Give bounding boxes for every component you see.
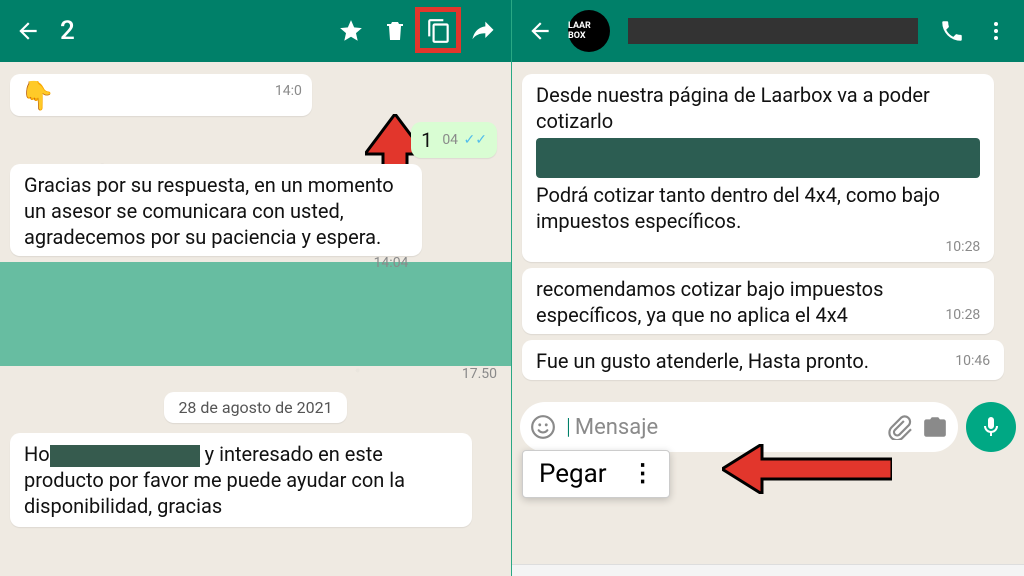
- message-time: 10:28: [945, 238, 980, 256]
- forward-icon[interactable]: [463, 11, 503, 51]
- message-in[interactable]: recomendamos cotizar bajo impuestos espe…: [522, 268, 994, 334]
- call-icon[interactable]: [932, 11, 972, 51]
- message-text-pre: Ho: [24, 442, 50, 466]
- more-options-icon[interactable]: ⋮: [631, 469, 653, 479]
- message-in[interactable]: Ho y interesado en este producto por fav…: [10, 433, 472, 527]
- redacted-segment: [536, 138, 980, 178]
- message-out[interactable]: 1 04 ✓✓: [411, 122, 497, 158]
- selection-count: 2: [60, 16, 327, 46]
- avatar[interactable]: LAAR BOX: [568, 10, 610, 52]
- attach-icon[interactable]: [886, 414, 912, 440]
- message-text: Gracias por su respuesta, en un momento …: [24, 173, 394, 249]
- redacted-segment: [50, 445, 200, 467]
- message-text: Fue un gusto atenderle, Hasta pronto.: [536, 349, 869, 373]
- message-in[interactable]: Gracias por su respuesta, en un momento …: [10, 164, 422, 256]
- message-time: 14:0: [275, 82, 302, 100]
- chat-area-right: Desde nuestra página de Laarbox va a pod…: [512, 62, 1024, 564]
- copy-icon[interactable]: [419, 11, 459, 51]
- selection-header: 2: [0, 0, 511, 62]
- message-time: 10:28: [945, 306, 980, 324]
- message-time: 04 ✓✓: [442, 132, 487, 148]
- delete-icon[interactable]: [375, 11, 415, 51]
- message-in[interactable]: Desde nuestra página de Laarbox va a pod…: [522, 74, 994, 262]
- placeholder: Mensaje: [575, 415, 876, 440]
- mic-button[interactable]: [966, 402, 1016, 452]
- message-text: recomendamos cotizar bajo impuestos espe…: [536, 277, 883, 327]
- context-menu: Pegar ⋮: [522, 450, 670, 498]
- camera-icon[interactable]: [922, 414, 948, 440]
- message-time: 10:46: [955, 352, 990, 370]
- more-icon[interactable]: [976, 11, 1016, 51]
- star-icon[interactable]: [331, 11, 371, 51]
- chat-header: LAAR BOX: [512, 0, 1024, 62]
- keyboard-strip: [512, 564, 1024, 576]
- message-text: 1: [421, 128, 432, 152]
- message-in[interactable]: 👇 14:0: [10, 74, 312, 116]
- chat-area-left: 👇 14:0 1 04 ✓✓ Gracias por su respuesta,…: [0, 62, 511, 576]
- contact-name-redacted: [628, 18, 918, 44]
- back-icon[interactable]: [520, 11, 560, 51]
- back-icon[interactable]: [8, 11, 48, 51]
- message-input[interactable]: | Mensaje: [520, 402, 958, 452]
- message-time: 14:04: [374, 254, 409, 272]
- message-in[interactable]: Fue un gusto atenderle, Hasta pronto. 10…: [522, 340, 1004, 380]
- emoji-icon[interactable]: [530, 414, 556, 440]
- date-separator: 28 de agosto de 2021: [164, 392, 346, 423]
- paste-option[interactable]: Pegar: [539, 459, 607, 489]
- message-text: Desde nuestra página de Laarbox va a pod…: [536, 82, 980, 134]
- message-text: Podrá cotizar tanto dentro del 4x4, como…: [536, 182, 980, 234]
- selected-message-highlight[interactable]: [0, 262, 511, 366]
- emoji-icon: 👇: [20, 79, 55, 112]
